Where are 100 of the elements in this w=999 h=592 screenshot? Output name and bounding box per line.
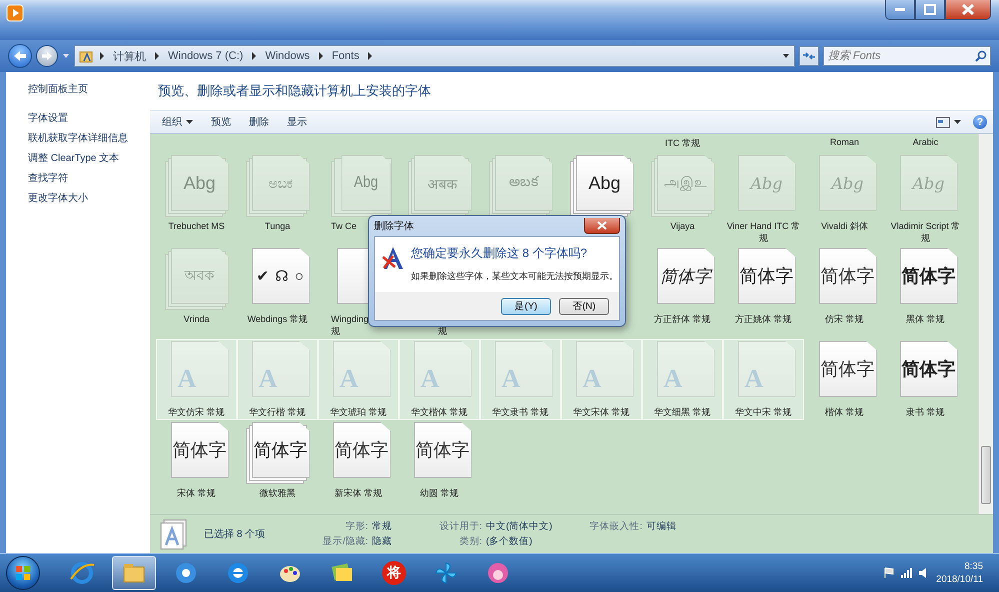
- dialog-button[interactable]: 是(Y): [501, 298, 551, 314]
- toolbar-button[interactable]: 预览: [205, 113, 237, 131]
- detail-label: 字体嵌入性:: [588, 520, 642, 533]
- breadcrumb-item[interactable]: Windows 7 (C:): [166, 50, 246, 62]
- caret-icon: [186, 120, 193, 124]
- start-logo-icon: [15, 565, 31, 581]
- sidebar-link[interactable]: 字体设置: [28, 111, 150, 125]
- font-item[interactable]: அஇஉ Vijaya: [642, 153, 723, 246]
- font-item[interactable]: 简体字 黑体 常规: [885, 246, 966, 339]
- scrollbar[interactable]: [978, 134, 993, 514]
- font-name: Vladimir Script 常规: [890, 220, 962, 244]
- taskbar-button[interactable]: [112, 556, 156, 590]
- font-item[interactable]: 简体字 新宋体 常规: [318, 420, 399, 501]
- font-item[interactable]: 简体字 微软雅黑: [237, 420, 318, 501]
- font-item[interactable]: 简体字 仿宋 常规: [804, 246, 885, 339]
- font-item[interactable]: অবক Vrinda: [156, 246, 237, 339]
- breadcrumb-item[interactable]: Windows: [263, 50, 312, 62]
- dialog-message: 如果删除这些字体，某些文本可能无法按预期显示。: [411, 270, 618, 283]
- taskbar-button[interactable]: 将: [372, 556, 416, 590]
- font-name: 新宋体 常规: [334, 487, 382, 499]
- maximize-icon: [924, 4, 936, 15]
- selection-count: 已选择 8 个项: [204, 528, 266, 541]
- close-button[interactable]: [945, 0, 991, 20]
- chevron-icon[interactable]: [367, 52, 374, 60]
- detail-label: 设计用于:: [438, 520, 482, 533]
- font-item[interactable]: 简体字 幼圆 常规: [399, 420, 480, 501]
- start-button[interactable]: [6, 556, 40, 590]
- sidebar-link[interactable]: 控制面板主页: [28, 82, 150, 96]
- minimize-icon: [894, 7, 906, 12]
- refresh-icon: [802, 51, 816, 61]
- refresh-button[interactable]: [799, 46, 819, 66]
- font-item[interactable]: Abg Viner Hand ITC 常规: [723, 153, 804, 246]
- font-preview: Abg: [170, 155, 228, 211]
- view-icon: [936, 116, 950, 128]
- font-item[interactable]: 简体字 楷体 常规: [804, 339, 885, 420]
- dialog-title: 删除字体: [374, 220, 414, 233]
- search-field[interactable]: 搜索 Fonts: [823, 46, 991, 66]
- sidebar-link[interactable]: 查找字符: [28, 171, 150, 185]
- font-item[interactable]: 简体字 方正姚体 常规: [723, 246, 804, 339]
- forward-button[interactable]: [36, 45, 58, 67]
- flag-icon[interactable]: [884, 567, 894, 579]
- font-name: 方正姚体 常规: [735, 313, 792, 325]
- toolbar-button[interactable]: 显示: [281, 113, 313, 131]
- font-preview: Abg: [341, 155, 391, 211]
- breadcrumb-item[interactable]: Fonts: [330, 50, 362, 62]
- font-name: 华文楷体 常规: [411, 406, 468, 418]
- caret-icon: [954, 120, 961, 124]
- font-name: 楷体 常规: [825, 406, 864, 418]
- folder-icon: [79, 49, 93, 63]
- font-item[interactable]: Abg Vladimir Script 常规: [885, 153, 966, 246]
- clock[interactable]: 8:35 2018/10/11: [936, 560, 993, 586]
- font-item[interactable]: 简体字 方正舒体 常规: [642, 246, 723, 339]
- sidebar-link[interactable]: 调整 ClearType 文本: [28, 151, 150, 165]
- font-preview: అబక: [494, 155, 552, 211]
- chevron-icon[interactable]: [99, 52, 105, 60]
- detail-value: 隐藏: [372, 535, 392, 548]
- font-name: Vrinda: [184, 313, 210, 325]
- toolbar-button[interactable]: 组织: [156, 113, 199, 131]
- back-button[interactable]: [8, 44, 32, 68]
- sidebar-link[interactable]: 联机获取字体详细信息: [28, 131, 150, 145]
- font-preview: 简体字: [818, 248, 876, 304]
- chevron-icon[interactable]: [318, 52, 324, 60]
- font-name: 微软雅黑: [260, 487, 296, 499]
- font-name: 宋体 常规: [177, 487, 216, 499]
- detail-label: 字形:: [344, 520, 368, 533]
- signal-icon[interactable]: [900, 567, 912, 579]
- close-button[interactable]: [584, 218, 620, 234]
- font-preview: 简体字: [414, 422, 472, 478]
- maximize-button[interactable]: [915, 0, 945, 20]
- font-item[interactable]: ಅಬಕ Tunga: [237, 153, 318, 246]
- font-item[interactable]: 简体字 隶书 常规: [885, 339, 966, 420]
- minimize-button[interactable]: [885, 0, 915, 20]
- font-preview: 简体字: [656, 248, 714, 304]
- chevron-icon[interactable]: [154, 52, 160, 60]
- font-item[interactable]: Abg Trebuchet MS: [156, 153, 237, 246]
- close-icon: [597, 221, 607, 230]
- font-name: Webdings 常规: [247, 313, 308, 325]
- toolbar-button[interactable]: 删除: [243, 113, 275, 131]
- font-name: Vijaya: [670, 220, 695, 232]
- sidebar-link[interactable]: 更改字体大小: [28, 191, 150, 205]
- breadcrumb-item[interactable]: 计算机: [111, 48, 148, 64]
- font-name: Vivaldi 斜体: [821, 220, 868, 232]
- font-name: Tunga: [264, 220, 290, 232]
- address-field[interactable]: 计算机 Windows 7 (C:) Windows Fonts: [74, 45, 795, 67]
- font-item[interactable]: ✔ ☊ ○ Webdings 常规: [237, 246, 318, 339]
- font-preview: 简体字: [252, 422, 310, 478]
- font-preview: 简体字: [818, 341, 876, 397]
- caret-icon[interactable]: [782, 52, 790, 60]
- chevron-icon[interactable]: [251, 52, 258, 60]
- play-icon[interactable]: [6, 4, 24, 22]
- font-preview: அஇஉ: [656, 155, 714, 211]
- detail-value: 可编辑: [646, 520, 676, 533]
- font-item[interactable]: Abg Vivaldi 斜体: [804, 153, 885, 246]
- font-name: Trebuchet MS: [168, 220, 225, 232]
- font-name: Roman: [828, 137, 860, 147]
- dialog-button[interactable]: 否(N): [559, 298, 609, 314]
- font-preview: अबक: [414, 155, 472, 211]
- font-name: Arabic: [912, 137, 940, 147]
- scrollbar-thumb[interactable]: [981, 446, 991, 504]
- font-item[interactable]: 简体字 宋体 常规: [156, 420, 237, 501]
